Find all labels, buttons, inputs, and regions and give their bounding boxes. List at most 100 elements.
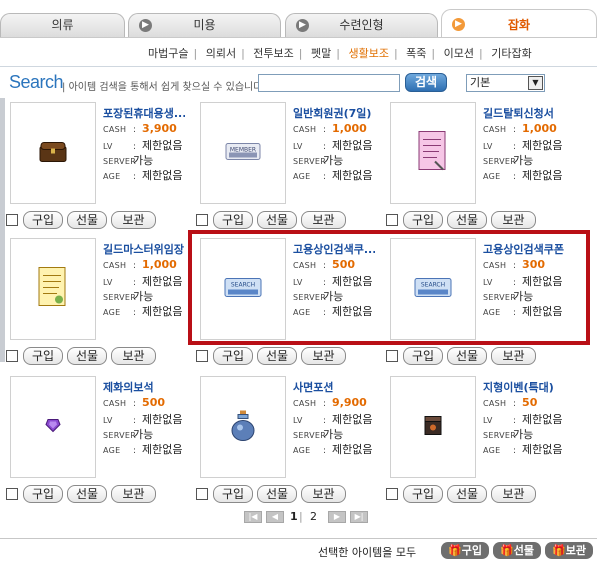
item-server: 가능 [513,428,534,441]
gift-button[interactable]: 선물 [67,347,107,365]
item-thumbnail[interactable] [10,376,96,478]
tab-beauty[interactable]: ▶ 미용 [128,13,281,37]
gift-button[interactable]: 선물 [447,347,487,365]
tab-label: 미용 [193,18,216,32]
subnav-item-life-support[interactable]: 생활보조 [348,47,388,60]
tab-clothing[interactable]: 의류 [0,13,125,37]
item-age: 제한없음 [332,443,373,456]
age-label: AGE [103,308,121,317]
tab-misc[interactable]: ▶ 잡화 [441,9,597,38]
arrow-circle-icon: ▶ [296,19,309,32]
item-server-row: SERVER가능 [103,152,153,168]
gift-button[interactable]: 선물 [447,485,487,503]
buy-button[interactable]: 구입 [213,485,253,503]
gift-button[interactable]: 선물 [257,211,297,229]
item-price: 50 [522,396,538,409]
buy-button[interactable]: 구입 [23,347,63,365]
subnav-item-combat-support[interactable]: 전투보조 [253,47,293,60]
keep-button[interactable]: 보관 [111,211,156,229]
first-page-icon[interactable]: |◀ [244,511,262,523]
item-checkbox[interactable] [196,350,208,362]
buy-button[interactable]: 구입 [213,211,253,229]
keep-button[interactable]: 보관 [111,347,156,365]
page-number-current[interactable]: 1 [290,510,298,523]
buy-button[interactable]: 구입 [213,347,253,365]
keep-button[interactable]: 보관 [301,485,346,503]
search-input[interactable] [258,74,400,92]
gift-button[interactable]: 선물 [257,347,297,365]
item-name[interactable]: 지형이벤(특대) [483,379,565,395]
buy-button[interactable]: 구입 [403,211,443,229]
next-page-icon[interactable]: ▶ [328,511,346,523]
lv-label: LV [103,416,113,425]
colon: : [323,142,327,152]
keep-button[interactable]: 보관 [491,485,536,503]
item-name[interactable]: 사면포션 [293,379,375,395]
item-checkbox[interactable] [6,350,18,362]
buy-button[interactable]: 구입 [23,485,63,503]
item-checkbox[interactable] [196,214,208,226]
gift-button[interactable]: 선물 [257,485,297,503]
sort-select[interactable]: 기본 ▼ [466,74,545,92]
keep-button[interactable]: 보관 [301,211,346,229]
bulk-gift-button[interactable]: 🎁선물 [493,542,541,559]
subnav-item-magic-orb[interactable]: 마법구슬 [148,47,188,60]
subnav-item-request[interactable]: 의뢰서 [206,47,236,60]
search-bar: Search | 아이템 검색을 통해서 쉽게 찾으실 수 있습니다. 검색 기… [0,66,597,100]
keep-button[interactable]: 보관 [301,347,346,365]
search-hint: | 아이템 검색을 통해서 쉽게 찾으실 수 있습니다. [62,82,266,93]
subnav-item-firecracker[interactable]: 폭죽 [406,47,426,60]
bulk-buy-button[interactable]: 🎁구입 [441,542,489,559]
item-checkbox[interactable] [386,350,398,362]
buy-button[interactable]: 구입 [403,347,443,365]
gift-button[interactable]: 선물 [67,211,107,229]
bulk-keep-button[interactable]: 🎁보관 [545,542,593,559]
search-title: Search [9,72,64,92]
item-checkbox[interactable] [386,214,398,226]
age-label: AGE [103,446,121,455]
item-thumbnail[interactable] [200,376,286,478]
item-name[interactable]: 길드마스터위임장 [103,241,185,257]
chevron-down-icon[interactable]: ▼ [528,76,543,90]
keep-button[interactable]: 보관 [491,211,536,229]
item-thumbnail[interactable]: MEMBER [200,102,286,204]
item-age: 제한없음 [142,305,183,318]
search-button[interactable]: 검색 [405,73,447,92]
subnav-item-emotion[interactable]: 이모션 [444,47,474,60]
colon: : [323,125,327,135]
subnav-item-etc[interactable]: 기타잡화 [491,47,531,60]
item-name[interactable]: 길드탈퇴신청서 [483,105,565,121]
prev-page-icon[interactable]: ◀ [266,511,284,523]
buy-button[interactable]: 구입 [23,211,63,229]
item-checkbox[interactable] [6,488,18,500]
subnav-item-pet[interactable]: 펫말 [311,47,331,60]
sort-select-value: 기본 [470,76,491,89]
item-checkbox[interactable] [6,214,18,226]
lv-label: LV [483,142,493,151]
item-checkbox[interactable] [386,488,398,500]
item-price: 1,000 [142,258,177,271]
item-controls: 구입 선물 보관 [386,211,566,229]
item-price: 3,900 [142,122,177,135]
item-thumbnail[interactable] [390,102,476,204]
gift-button[interactable]: 선물 [67,485,107,503]
item-thumbnail[interactable] [10,238,96,340]
page-number[interactable]: 2 [310,510,317,523]
keep-button[interactable]: 보관 [491,347,536,365]
item-name[interactable]: 일반회원권(7일) [293,105,375,121]
tab-training-doll[interactable]: ▶ 수련인형 [285,13,438,37]
item-thumbnail[interactable] [390,376,476,478]
separator: | [241,47,245,60]
keep-button[interactable]: 보관 [111,485,156,503]
page-separator: | [299,510,303,523]
cash-label: CASH [293,125,317,134]
item-thumbnail[interactable] [10,102,96,204]
buy-button[interactable]: 구입 [403,485,443,503]
item-name[interactable]: 제화의보석 [103,379,185,395]
server-label: SERVER [103,431,137,440]
item-name[interactable]: 포장된휴대용생... [103,105,185,121]
item-checkbox[interactable] [196,488,208,500]
last-page-icon[interactable]: ▶| [350,511,368,523]
server-label: SERVER [103,157,137,166]
gift-button[interactable]: 선물 [447,211,487,229]
